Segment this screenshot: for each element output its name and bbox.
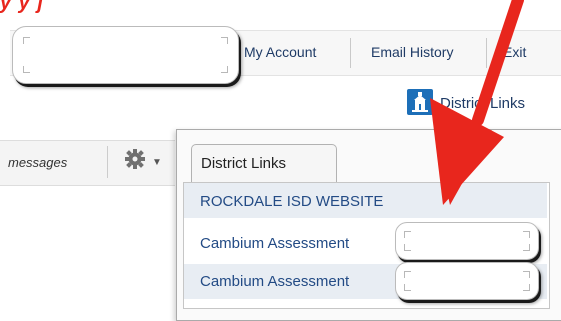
my-account-link[interactable]: My Account: [244, 44, 316, 60]
messages-link[interactable]: messages: [8, 155, 67, 170]
chevron-down-icon[interactable]: ▼: [152, 157, 162, 168]
red-arrow-icon: [430, 0, 524, 205]
annotation-caption: y y j: [0, 0, 44, 14]
gear-icon[interactable]: [124, 147, 146, 171]
nav-divider: [350, 38, 351, 68]
list-item-label: Cambium Assessment: [200, 235, 350, 252]
toolbar-divider: [107, 146, 108, 178]
list-item-label: Cambium Assessment: [200, 273, 350, 290]
tab-label: District Links: [201, 155, 287, 172]
redacted-item-detail: [395, 262, 539, 300]
redacted-item-detail: [395, 222, 539, 260]
list-item-label: ROCKDALE ISD WEBSITE: [200, 193, 384, 210]
redacted-user-name: [12, 26, 239, 84]
